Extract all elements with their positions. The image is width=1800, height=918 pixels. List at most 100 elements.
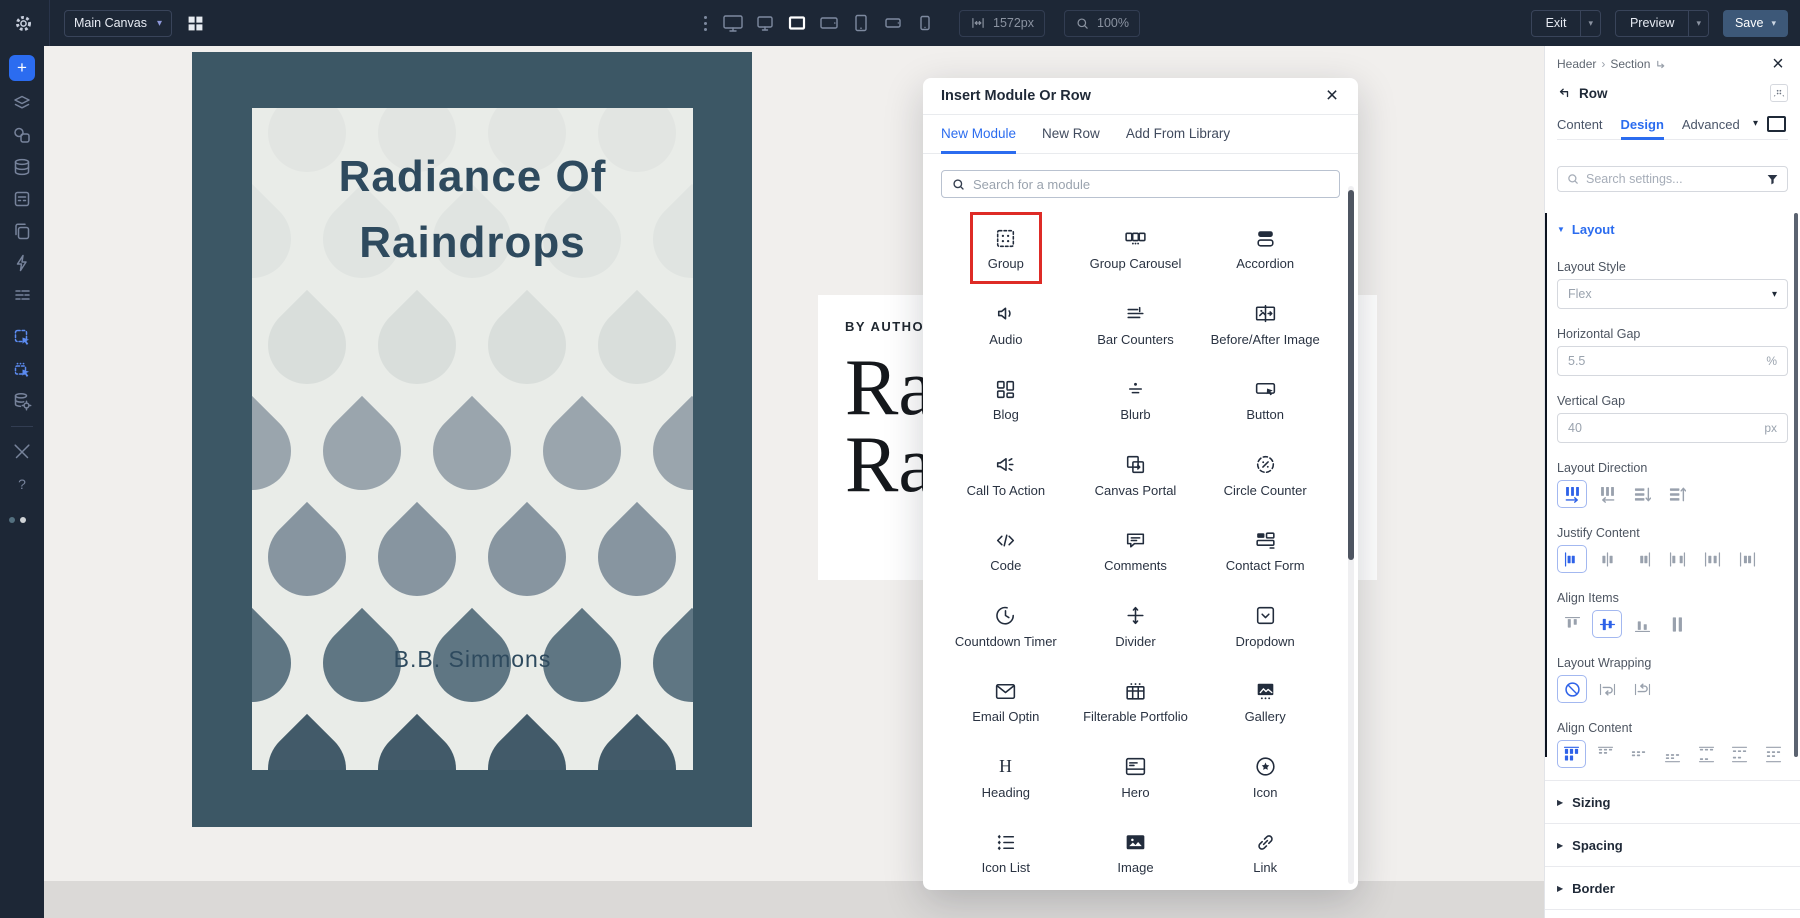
align-content-flex-start-button[interactable]	[1591, 740, 1620, 768]
module-search-input[interactable]	[973, 177, 1330, 192]
tab-add-from-library[interactable]: Add From Library	[1126, 115, 1230, 154]
layout-wrapping-wrap-button[interactable]	[1592, 675, 1622, 703]
align-content-flex-end-button[interactable]	[1658, 740, 1687, 768]
layout-wrapping-wrap-reverse-button[interactable]	[1627, 675, 1657, 703]
select-options-button[interactable]	[12, 359, 32, 379]
module-call-to-action[interactable]: Call To Action	[941, 449, 1071, 525]
layout-direction-column-arrow-right-button[interactable]	[1557, 480, 1587, 508]
module-email-optin[interactable]: Email Optin	[941, 675, 1071, 751]
justify-content-space-between-button[interactable]	[1662, 545, 1692, 573]
vertical-gap-input[interactable]	[1568, 421, 1728, 435]
module-contact-form[interactable]: Contact Form	[1200, 524, 1330, 600]
tabs-chevron-icon[interactable]: ▾	[1753, 118, 1758, 129]
device-phone-landscape-button[interactable]	[880, 8, 906, 38]
module-blurb[interactable]: Blurb	[1071, 373, 1201, 449]
modal-close-icon[interactable]: ×	[1318, 82, 1346, 110]
module-audio[interactable]: Audio	[941, 298, 1071, 374]
undock-panel-icon[interactable]	[1770, 84, 1788, 102]
tab-new-module[interactable]: New Module	[941, 115, 1016, 154]
canvas-width-control[interactable]: 1572px	[959, 10, 1045, 37]
module-icon[interactable]: Icon	[1200, 751, 1330, 827]
add-button[interactable]: +	[9, 55, 35, 81]
device-custom-button[interactable]	[784, 8, 810, 38]
layers-button[interactable]	[12, 93, 32, 113]
design-assets-button[interactable]	[12, 125, 32, 145]
module-bar-counters[interactable]: Bar Counters	[1071, 298, 1201, 374]
section-sizing-header[interactable]: ▶ Sizing	[1545, 781, 1800, 824]
back-arrow-icon[interactable]	[1557, 86, 1571, 100]
module-circle-counter[interactable]: Circle Counter	[1200, 449, 1330, 525]
module-icon-list[interactable]: Icon List	[941, 826, 1071, 890]
align-items-stretch-button[interactable]	[1662, 610, 1692, 638]
module-group-carousel[interactable]: Group Carousel	[1071, 222, 1201, 298]
justify-content-space-evenly-button[interactable]	[1732, 545, 1762, 573]
align-content-space-around-button[interactable]	[1726, 740, 1755, 768]
pager-dot[interactable]	[20, 517, 26, 523]
module-heading[interactable]: HHeading	[941, 751, 1071, 827]
align-items-flex-start-button[interactable]	[1557, 610, 1587, 638]
layout-direction-column-arrow-left-button[interactable]	[1592, 480, 1622, 508]
breadcrumb-section[interactable]: Section	[1610, 57, 1650, 71]
layout-wrapping-nowrap-button[interactable]	[1557, 675, 1587, 703]
preview-button[interactable]: Preview	[1616, 11, 1688, 36]
data-settings-button[interactable]	[12, 391, 32, 411]
horizontal-gap-input[interactable]	[1568, 354, 1728, 368]
filter-funnel-icon[interactable]	[1766, 173, 1779, 186]
select-module-button[interactable]	[12, 327, 32, 347]
section-border-header[interactable]: ▶ Border	[1545, 867, 1800, 910]
module-image[interactable]: Image	[1071, 826, 1201, 890]
module-blog[interactable]: Blog	[941, 373, 1071, 449]
module-canvas-portal[interactable]: Canvas Portal	[1071, 449, 1201, 525]
tab-design[interactable]: Design	[1621, 112, 1664, 140]
canvas-selector-dropdown[interactable]: Main Canvas ▾	[64, 10, 172, 37]
module-comments[interactable]: Comments	[1071, 524, 1201, 600]
device-phone-portrait-button[interactable]	[912, 8, 938, 38]
exit-chevron-icon[interactable]: ▾	[1580, 11, 1600, 36]
module-link[interactable]: Link	[1200, 826, 1330, 890]
tools-button[interactable]	[12, 442, 32, 462]
more-options-icon[interactable]	[698, 16, 713, 31]
save-button[interactable]: Save ▾	[1723, 10, 1788, 37]
layout-direction-row-arrow-up-button[interactable]	[1662, 480, 1692, 508]
canvas-frame-icon[interactable]	[1767, 116, 1786, 132]
align-content-space-between-button[interactable]	[1692, 740, 1721, 768]
list-view-button[interactable]	[12, 285, 32, 305]
module-before-after-image[interactable]: Before/After Image	[1200, 298, 1330, 374]
panel-close-icon[interactable]: ×	[1766, 52, 1790, 76]
align-content-space-evenly-button[interactable]	[1759, 740, 1788, 768]
module-accordion[interactable]: Accordion	[1200, 222, 1330, 298]
justify-content-flex-start-button[interactable]	[1557, 545, 1587, 573]
module-filterable-portfolio[interactable]: Filterable Portfolio	[1071, 675, 1201, 751]
align-items-flex-end-button[interactable]	[1627, 610, 1657, 638]
database-button[interactable]	[12, 157, 32, 177]
device-desktop-button[interactable]	[720, 8, 746, 38]
layout-style-select[interactable]: Flex ▾	[1557, 279, 1788, 309]
justify-content-flex-end-button[interactable]	[1627, 545, 1657, 573]
align-content-stretch-button[interactable]	[1557, 740, 1586, 768]
module-code[interactable]: Code	[941, 524, 1071, 600]
interactions-button[interactable]	[12, 253, 32, 273]
layout-direction-row-arrow-down-button[interactable]	[1627, 480, 1657, 508]
help-button[interactable]: ?	[12, 474, 32, 494]
module-group[interactable]: Group	[941, 222, 1071, 298]
align-content-center-button[interactable]	[1624, 740, 1653, 768]
breadcrumb-header[interactable]: Header	[1557, 57, 1596, 71]
preview-chevron-icon[interactable]: ▾	[1688, 11, 1708, 36]
tab-new-row[interactable]: New Row	[1042, 115, 1100, 154]
device-desktop-small-button[interactable]	[752, 8, 778, 38]
pages-button[interactable]	[12, 221, 32, 241]
module-dropdown[interactable]: Dropdown	[1200, 600, 1330, 676]
grid-view-icon[interactable]	[186, 14, 205, 33]
book-cover-image[interactable]: Radiance Of Raindrops B.B. Simmons	[192, 52, 752, 827]
module-countdown-timer[interactable]: Countdown Timer	[941, 600, 1071, 676]
align-items-center-button[interactable]	[1592, 610, 1622, 638]
module-button[interactable]: Button	[1200, 373, 1330, 449]
device-tablet-landscape-button[interactable]	[816, 8, 842, 38]
modal-scrollbar-thumb[interactable]	[1348, 190, 1354, 560]
settings-search-input[interactable]	[1586, 172, 1760, 186]
module-hero[interactable]: Hero	[1071, 751, 1201, 827]
settings-gear-icon[interactable]	[14, 14, 33, 33]
canvas-pager-dots[interactable]	[9, 517, 26, 523]
section-layout-header[interactable]: ▼ Layout	[1557, 222, 1788, 236]
zoom-control[interactable]: 100%	[1064, 10, 1140, 37]
